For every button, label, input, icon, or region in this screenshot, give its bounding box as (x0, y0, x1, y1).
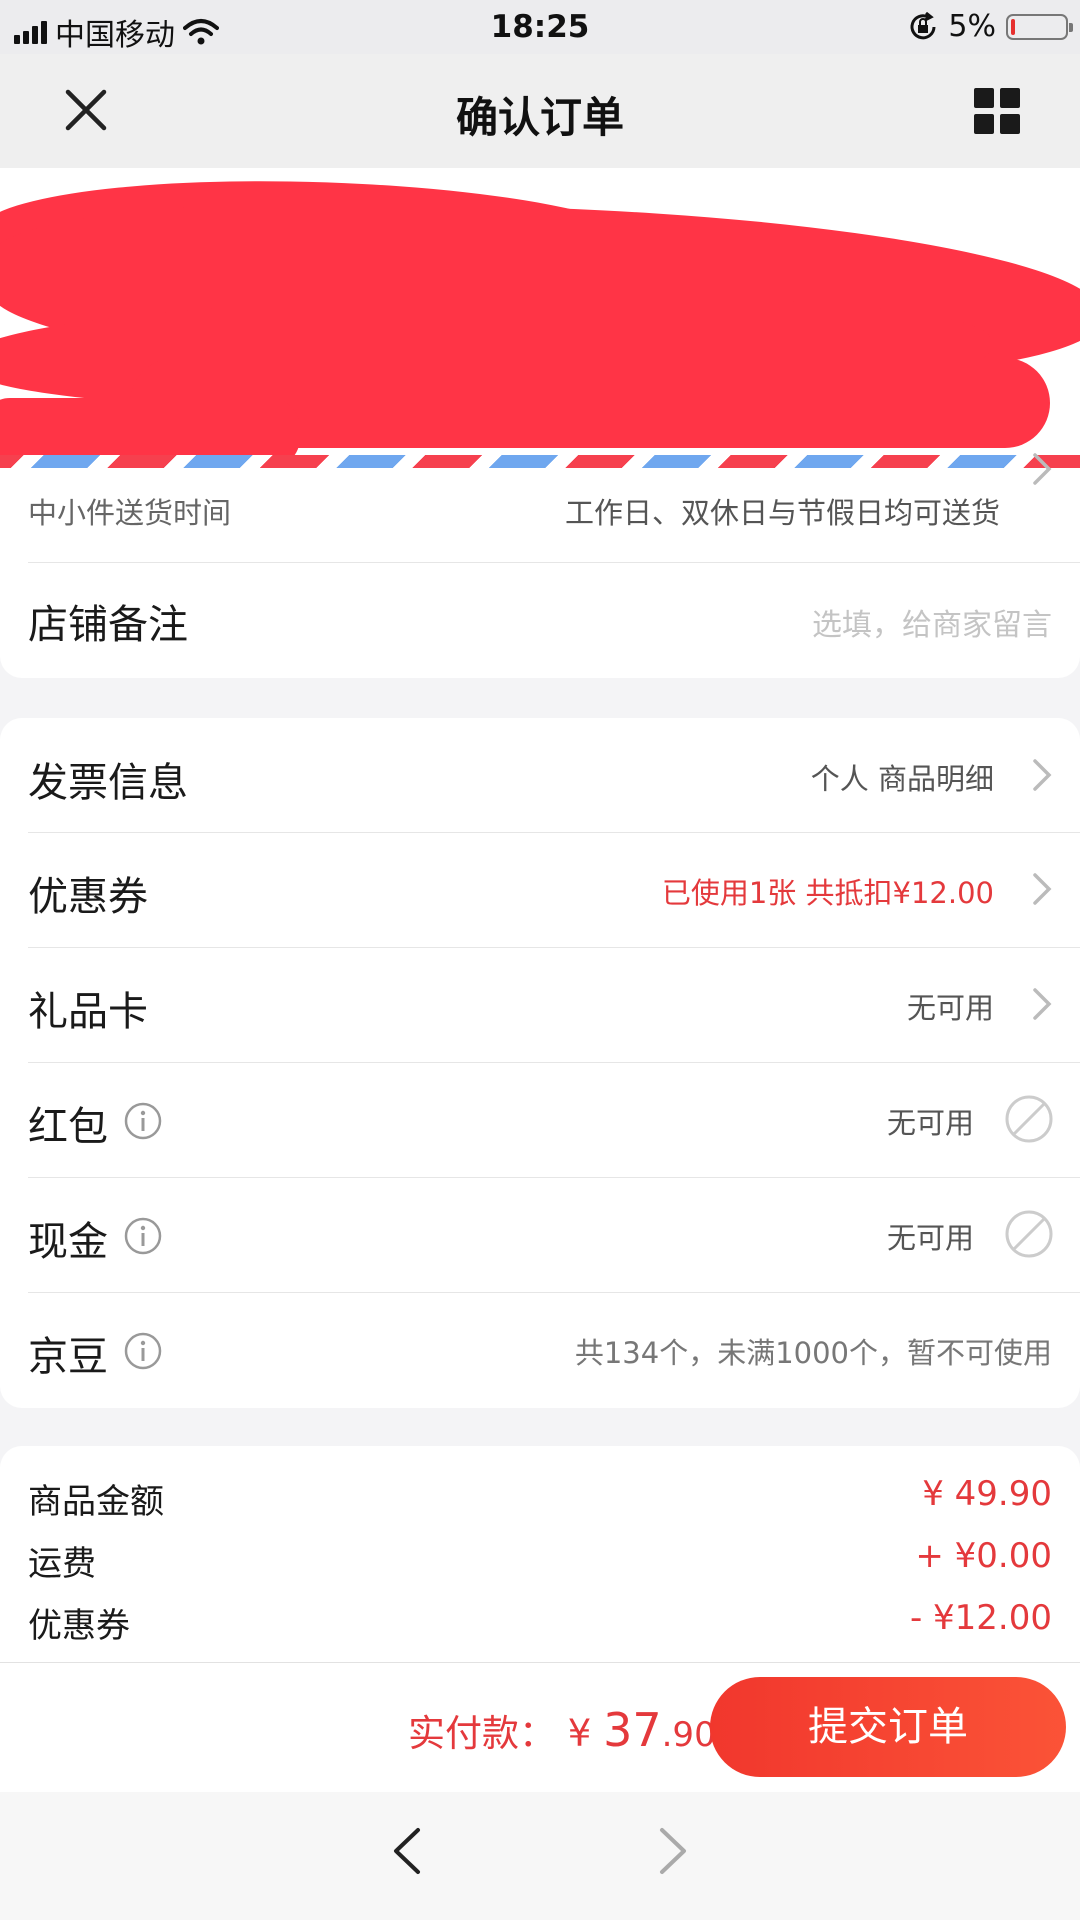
battery-percent: 5% (948, 9, 996, 44)
battery-icon (1006, 13, 1073, 40)
jingdou-label: 京豆 (28, 1334, 108, 1380)
grid-icon[interactable] (970, 84, 1026, 140)
goods-amount-value: ¥ 49.90 (922, 1474, 1052, 1514)
nav-header: 确认订单 (0, 54, 1080, 168)
forward-arrow-icon[interactable] (652, 1826, 692, 1876)
coupon-value: 已使用1张 共抵扣¥12.00 (661, 876, 994, 910)
total-amount-integer: 37 (603, 1703, 662, 1757)
page-title: 确认订单 (455, 93, 624, 142)
envelope-stripe (0, 455, 1080, 468)
gift-card-value: 无可用 (906, 991, 994, 1025)
gift-card-label: 礼品卡 (28, 989, 148, 1035)
disabled-icon (1005, 1210, 1053, 1258)
browser-nav-bar (0, 1792, 1080, 1920)
back-arrow-icon[interactable] (388, 1826, 428, 1876)
jingdou-value: 共134个，未满1000个，暂不可使用 (574, 1336, 1052, 1370)
summary-card: 商品金额 ¥ 49.90 运费 + ¥0.00 优惠券 - ¥12.00 (0, 1446, 1080, 1662)
invoice-value: 个人 商品明细 (810, 762, 994, 796)
info-icon[interactable] (124, 1102, 162, 1140)
shop-note-row[interactable]: 店铺备注 选填，给商家留言 (28, 562, 1080, 678)
chevron-right-icon (1033, 759, 1052, 791)
info-icon[interactable] (124, 1217, 162, 1255)
disabled-icon (1005, 1095, 1053, 1143)
red-packet-label: 红包 (28, 1104, 108, 1150)
info-icon[interactable] (124, 1332, 162, 1370)
cash-value: 无可用 (886, 1221, 974, 1255)
goods-amount-label: 商品金额 (28, 1482, 164, 1522)
submit-order-button[interactable]: 提交订单 (710, 1677, 1066, 1777)
cash-label: 现金 (28, 1219, 108, 1265)
delivery-time-label: 中小件送货时间 (28, 496, 232, 530)
shipping-value: + ¥0.00 (915, 1536, 1052, 1576)
delivery-row[interactable]: 中小件送货时间 工作日、双休日与节假日均可送货 (28, 453, 1080, 563)
status-right: 5% (908, 9, 1073, 44)
red-packet-value: 无可用 (886, 1106, 974, 1140)
coupon-discount-value: - ¥12.00 (909, 1598, 1052, 1638)
total-payment: 实付款： ¥ 37.90 (408, 1703, 716, 1757)
shipping-label: 运费 (28, 1544, 96, 1584)
cash-row[interactable]: 现金 无可用 (28, 1177, 1080, 1293)
delivery-time-value: 工作日、双休日与节假日均可送货 (564, 496, 1000, 530)
address-section[interactable] (0, 168, 1080, 468)
shop-note-input[interactable]: 选填，给商家留言 (812, 600, 1052, 644)
delivery-card: 中小件送货时间 工作日、双休日与节假日均可送货 店铺备注 选填，给商家留言 (0, 453, 1080, 678)
status-bar: 中国移动 18:25 5% (0, 0, 1080, 54)
jingdou-row[interactable]: 京豆 共134个，未满1000个，暂不可使用 (28, 1292, 1080, 1408)
chevron-right-icon (1033, 873, 1052, 905)
total-amount-decimal: .90 (661, 1715, 716, 1755)
options-card: 发票信息 个人 商品明细 优惠券 已使用1张 共抵扣¥12.00 礼品卡 无可用… (0, 718, 1080, 1408)
invoice-label: 发票信息 (28, 760, 188, 806)
shop-note-label: 店铺备注 (28, 602, 188, 648)
coupon-discount-label: 优惠券 (28, 1606, 130, 1646)
coupon-row[interactable]: 优惠券 已使用1张 共抵扣¥12.00 (28, 832, 1080, 948)
submit-bar: 实付款： ¥ 37.90 提交订单 (0, 1662, 1080, 1793)
chevron-right-icon (1033, 988, 1052, 1020)
orientation-lock-icon (910, 11, 936, 39)
gift-card-row[interactable]: 礼品卡 无可用 (28, 947, 1080, 1063)
chevron-right-icon (1033, 453, 1052, 485)
total-payment-label: 实付款： (408, 1712, 556, 1755)
invoice-row[interactable]: 发票信息 个人 商品明细 (28, 718, 1080, 833)
coupon-label: 优惠券 (28, 874, 148, 920)
red-packet-row[interactable]: 红包 无可用 (28, 1062, 1080, 1178)
currency-symbol: ¥ (567, 1712, 592, 1755)
